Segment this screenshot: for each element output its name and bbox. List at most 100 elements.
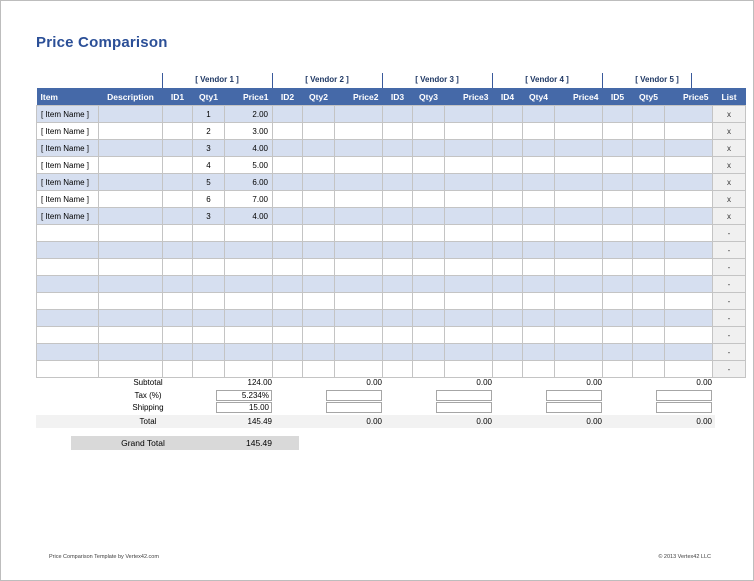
cell-qty2[interactable] bbox=[302, 343, 335, 361]
cell-qty1[interactable]: 3 bbox=[192, 207, 225, 225]
cell-qty4[interactable] bbox=[522, 343, 555, 361]
cell-price5[interactable] bbox=[664, 275, 713, 293]
cell-id5[interactable] bbox=[602, 275, 633, 293]
cell-price5[interactable] bbox=[664, 326, 713, 344]
cell-id1[interactable] bbox=[162, 105, 193, 123]
cell-price2[interactable] bbox=[334, 105, 383, 123]
cell-item[interactable]: [ Item Name ] bbox=[36, 156, 99, 174]
cell-qty2[interactable] bbox=[302, 139, 335, 157]
cell-price3[interactable] bbox=[444, 207, 493, 225]
cell-qty1[interactable] bbox=[192, 326, 225, 344]
cell-qty3[interactable] bbox=[412, 258, 445, 276]
cell-id3[interactable] bbox=[382, 258, 413, 276]
cell-id5[interactable] bbox=[602, 105, 633, 123]
cell-id3[interactable] bbox=[382, 241, 413, 259]
cell-qty5[interactable] bbox=[632, 275, 665, 293]
cell-list[interactable]: x bbox=[712, 190, 746, 208]
tax-input-v2[interactable] bbox=[326, 390, 382, 401]
cell-qty1[interactable] bbox=[192, 241, 225, 259]
cell-id5[interactable] bbox=[602, 326, 633, 344]
cell-id3[interactable] bbox=[382, 156, 413, 174]
cell-id4[interactable] bbox=[492, 190, 523, 208]
cell-id5[interactable] bbox=[602, 258, 633, 276]
cell-price1[interactable]: 2.00 bbox=[224, 105, 273, 123]
cell-qty1[interactable]: 1 bbox=[192, 105, 225, 123]
cell-list[interactable]: - bbox=[712, 241, 746, 259]
cell-item[interactable]: [ Item Name ] bbox=[36, 190, 99, 208]
col-header-price3[interactable]: Price3 bbox=[444, 88, 493, 106]
cell-qty5[interactable] bbox=[632, 156, 665, 174]
col-header-qty3[interactable]: Qty3 bbox=[412, 88, 445, 106]
cell-id5[interactable] bbox=[602, 122, 633, 140]
cell-price3[interactable] bbox=[444, 139, 493, 157]
cell-qty3[interactable] bbox=[412, 105, 445, 123]
cell-qty1[interactable] bbox=[192, 258, 225, 276]
cell-price5[interactable] bbox=[664, 360, 713, 378]
cell-price2[interactable] bbox=[334, 343, 383, 361]
cell-price3[interactable] bbox=[444, 326, 493, 344]
cell-qty5[interactable] bbox=[632, 360, 665, 378]
cell-item[interactable]: [ Item Name ] bbox=[36, 139, 99, 157]
cell-price5[interactable] bbox=[664, 173, 713, 191]
cell-qty2[interactable] bbox=[302, 326, 335, 344]
cell-qty2[interactable] bbox=[302, 292, 335, 310]
cell-list[interactable]: x bbox=[712, 173, 746, 191]
cell-id4[interactable] bbox=[492, 292, 523, 310]
cell-qty4[interactable] bbox=[522, 241, 555, 259]
cell-qty2[interactable] bbox=[302, 309, 335, 327]
cell-id5[interactable] bbox=[602, 190, 633, 208]
cell-id2[interactable] bbox=[272, 207, 303, 225]
cell-price3[interactable] bbox=[444, 258, 493, 276]
shipping-input-v2[interactable] bbox=[326, 402, 382, 413]
cell-id4[interactable] bbox=[492, 309, 523, 327]
cell-price1[interactable] bbox=[224, 343, 273, 361]
cell-price2[interactable] bbox=[334, 360, 383, 378]
col-header-id2[interactable]: ID2 bbox=[272, 88, 303, 106]
cell-id2[interactable] bbox=[272, 139, 303, 157]
cell-id4[interactable] bbox=[492, 173, 523, 191]
cell-qty3[interactable] bbox=[412, 207, 445, 225]
cell-description[interactable] bbox=[98, 292, 163, 310]
cell-id4[interactable] bbox=[492, 105, 523, 123]
cell-description[interactable] bbox=[98, 173, 163, 191]
cell-id5[interactable] bbox=[602, 156, 633, 174]
cell-id1[interactable] bbox=[162, 139, 193, 157]
col-header-qty4[interactable]: Qty4 bbox=[522, 88, 555, 106]
cell-list[interactable]: - bbox=[712, 309, 746, 327]
cell-qty2[interactable] bbox=[302, 224, 335, 242]
cell-id5[interactable] bbox=[602, 207, 633, 225]
cell-qty5[interactable] bbox=[632, 326, 665, 344]
cell-list[interactable]: x bbox=[712, 139, 746, 157]
cell-price2[interactable] bbox=[334, 292, 383, 310]
col-header-price4[interactable]: Price4 bbox=[554, 88, 603, 106]
cell-qty4[interactable] bbox=[522, 156, 555, 174]
cell-qty4[interactable] bbox=[522, 360, 555, 378]
cell-price2[interactable] bbox=[334, 275, 383, 293]
col-header-id1[interactable]: ID1 bbox=[162, 88, 193, 106]
cell-price3[interactable] bbox=[444, 275, 493, 293]
cell-id5[interactable] bbox=[602, 139, 633, 157]
cell-qty1[interactable]: 4 bbox=[192, 156, 225, 174]
cell-id1[interactable] bbox=[162, 173, 193, 191]
cell-qty5[interactable] bbox=[632, 207, 665, 225]
cell-price3[interactable] bbox=[444, 343, 493, 361]
shipping-input-v3[interactable] bbox=[436, 402, 492, 413]
cell-id3[interactable] bbox=[382, 343, 413, 361]
cell-qty3[interactable] bbox=[412, 156, 445, 174]
cell-id4[interactable] bbox=[492, 224, 523, 242]
cell-qty4[interactable] bbox=[522, 139, 555, 157]
cell-price2[interactable] bbox=[334, 156, 383, 174]
cell-qty3[interactable] bbox=[412, 343, 445, 361]
cell-price4[interactable] bbox=[554, 173, 603, 191]
cell-price4[interactable] bbox=[554, 207, 603, 225]
cell-description[interactable] bbox=[98, 190, 163, 208]
cell-id5[interactable] bbox=[602, 241, 633, 259]
cell-qty4[interactable] bbox=[522, 190, 555, 208]
cell-price5[interactable] bbox=[664, 292, 713, 310]
cell-qty1[interactable] bbox=[192, 224, 225, 242]
cell-id3[interactable] bbox=[382, 292, 413, 310]
cell-qty2[interactable] bbox=[302, 105, 335, 123]
cell-description[interactable] bbox=[98, 258, 163, 276]
cell-id2[interactable] bbox=[272, 122, 303, 140]
cell-price3[interactable] bbox=[444, 156, 493, 174]
